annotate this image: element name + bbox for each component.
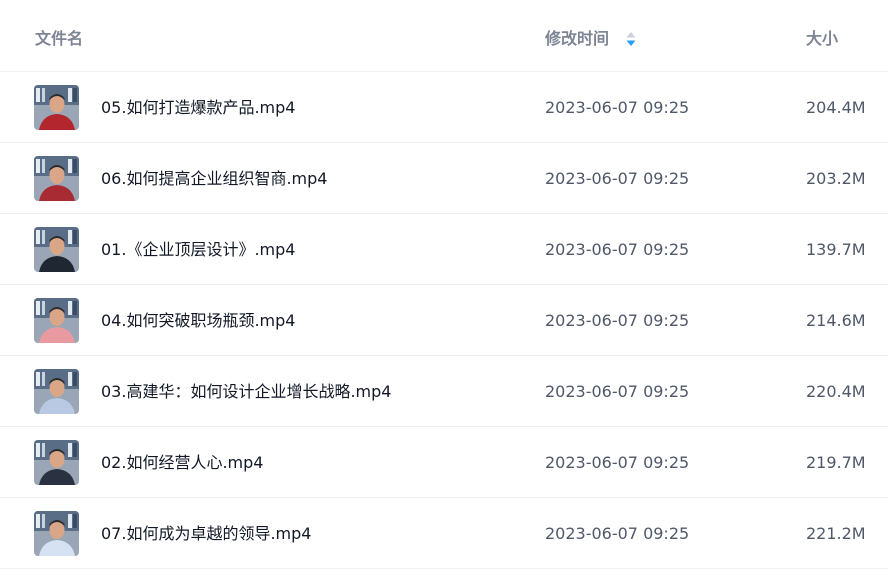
file-modified-time: 2023-06-07 09:25 bbox=[545, 98, 690, 117]
video-thumbnail-icon bbox=[34, 85, 79, 130]
file-size: 139.7M bbox=[806, 240, 866, 259]
video-thumbnail-icon bbox=[34, 440, 79, 485]
file-name[interactable]: 06.如何提高企业组织智商.mp4 bbox=[101, 143, 327, 214]
file-row[interactable]: 07.如何成为卓越的领导.mp4 2023-06-07 09:25 221.2M bbox=[0, 498, 888, 569]
file-row[interactable]: 04.如何突破职场瓶颈.mp4 2023-06-07 09:25 214.6M bbox=[0, 285, 888, 356]
file-size: 219.7M bbox=[806, 453, 866, 472]
file-modified-time: 2023-06-07 09:25 bbox=[545, 382, 690, 401]
file-size: 204.4M bbox=[806, 98, 866, 117]
file-name[interactable]: 07.如何成为卓越的领导.mp4 bbox=[101, 498, 311, 569]
file-row[interactable]: 06.如何提高企业组织智商.mp4 2023-06-07 09:25 203.2M bbox=[0, 143, 888, 214]
file-modified-time: 2023-06-07 09:25 bbox=[545, 240, 690, 259]
file-table: 文件名 修改时间 大小 05.如何打造爆款产品.mp4 2023-06-07 09… bbox=[0, 0, 888, 580]
file-row[interactable]: 05.如何打造爆款产品.mp4 2023-06-07 09:25 204.4M bbox=[0, 72, 888, 143]
file-modified-time: 2023-06-07 09:25 bbox=[545, 169, 690, 188]
file-name[interactable]: 04.如何突破职场瓶颈.mp4 bbox=[101, 285, 295, 356]
file-size: 214.6M bbox=[806, 311, 866, 330]
file-row[interactable]: 02.如何经营人心.mp4 2023-06-07 09:25 219.7M bbox=[0, 427, 888, 498]
file-name[interactable]: 01.《企业顶层设计》.mp4 bbox=[101, 214, 295, 285]
file-name[interactable]: 05.如何打造爆款产品.mp4 bbox=[101, 72, 295, 143]
file-size: 220.4M bbox=[806, 382, 866, 401]
file-row[interactable]: 03.高建华：如何设计企业增长战略.mp4 2023-06-07 09:25 220… bbox=[0, 356, 888, 427]
file-size: 221.2M bbox=[806, 524, 866, 543]
file-name[interactable]: 03.高建华：如何设计企业增长战略.mp4 bbox=[101, 356, 391, 427]
file-modified-time: 2023-06-07 09:25 bbox=[545, 524, 690, 543]
column-header-name[interactable]: 文件名 bbox=[35, 0, 83, 72]
file-name[interactable]: 02.如何经营人心.mp4 bbox=[101, 427, 263, 498]
column-header-modified-time[interactable]: 修改时间 bbox=[545, 0, 609, 72]
table-header: 文件名 修改时间 大小 bbox=[0, 0, 888, 72]
file-row[interactable]: 01.《企业顶层设计》.mp4 2023-06-07 09:25 139.7M bbox=[0, 214, 888, 285]
column-header-size[interactable]: 大小 bbox=[806, 0, 838, 72]
sort-icon[interactable] bbox=[625, 31, 637, 47]
video-thumbnail-icon bbox=[34, 227, 79, 272]
file-size: 203.2M bbox=[806, 169, 866, 188]
video-thumbnail-icon bbox=[34, 298, 79, 343]
file-modified-time: 2023-06-07 09:25 bbox=[545, 311, 690, 330]
video-thumbnail-icon bbox=[34, 156, 79, 201]
file-modified-time: 2023-06-07 09:25 bbox=[545, 453, 690, 472]
video-thumbnail-icon bbox=[34, 511, 79, 556]
video-thumbnail-icon bbox=[34, 369, 79, 414]
